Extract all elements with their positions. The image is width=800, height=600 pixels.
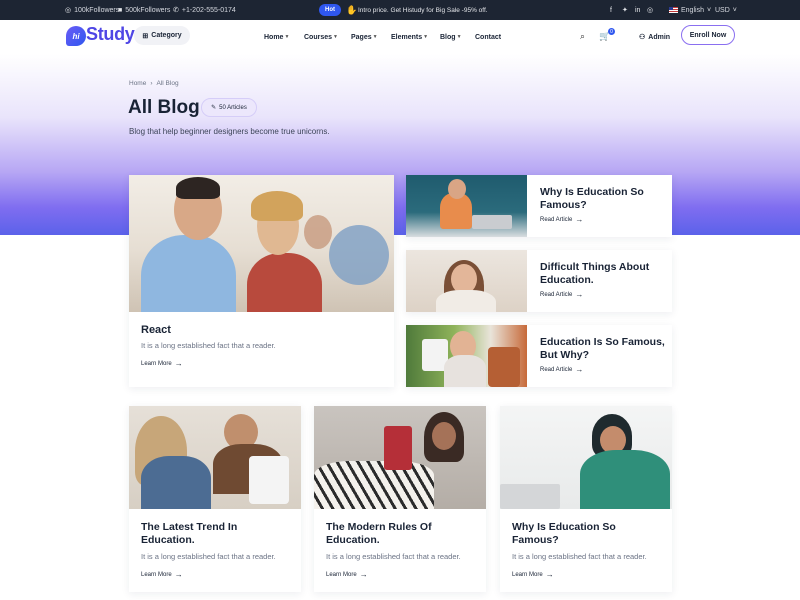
grid-post-title[interactable]: Why Is Education So Famous? bbox=[512, 521, 662, 547]
instagram-followers[interactable]: ◎ 100kFollowers bbox=[65, 0, 119, 20]
logo-mark[interactable]: hi bbox=[66, 26, 86, 46]
logo-text[interactable]: Study bbox=[86, 24, 135, 45]
side-post-card[interactable]: Why Is Education So Famous? Read Article… bbox=[406, 175, 672, 237]
wave-icon: ✋ bbox=[346, 5, 358, 15]
twitter-icon[interactable]: ✦ bbox=[622, 0, 628, 20]
side-post-title[interactable]: Why Is Education So Famous? bbox=[540, 186, 665, 212]
chevron-down-icon: ˅ bbox=[706, 6, 712, 14]
grid-post-image[interactable] bbox=[314, 406, 486, 509]
user-icon: ⚇ bbox=[639, 34, 646, 41]
grid-learn-more-link[interactable]: Learn More → bbox=[512, 570, 554, 579]
page-title: All Blog bbox=[128, 97, 200, 118]
facebook-followers[interactable]: ■ 500kFollowers bbox=[118, 0, 170, 20]
page-subtitle: Blog that help beginner designers become… bbox=[129, 127, 330, 136]
breadcrumb-current: All Blog bbox=[156, 80, 179, 87]
nav-blog[interactable]: Blog ▼ bbox=[440, 20, 462, 54]
grid-post-image[interactable] bbox=[500, 406, 672, 509]
breadcrumb-home[interactable]: Home bbox=[129, 80, 146, 87]
facebook-icon: ■ bbox=[118, 6, 123, 14]
phone-number[interactable]: ✆ +1-202-555-0174 bbox=[173, 0, 236, 20]
grid-learn-more-link[interactable]: Learn More → bbox=[141, 570, 183, 579]
instagram-icon[interactable]: ◎ bbox=[647, 0, 653, 20]
chevron-down-icon: ▼ bbox=[423, 34, 429, 40]
side-post-title[interactable]: Education Is So Famous, But Why? bbox=[540, 336, 665, 362]
arrow-right-icon: → bbox=[575, 290, 584, 299]
nav-home[interactable]: Home ▼ bbox=[264, 20, 289, 54]
category-button[interactable]: ⊞ Category bbox=[134, 26, 190, 45]
side-post-card[interactable]: Education Is So Famous, But Why? Read Ar… bbox=[406, 325, 672, 387]
chevron-down-icon: ▼ bbox=[333, 34, 338, 40]
arrow-right-icon: → bbox=[575, 365, 584, 374]
grid-post-card[interactable]: The Latest Trend In Education. It is a l… bbox=[129, 406, 301, 592]
chevron-down-icon: ▼ bbox=[372, 34, 378, 40]
grid-icon: ⊞ bbox=[142, 32, 149, 40]
read-article-link[interactable]: Read Article → bbox=[540, 215, 584, 224]
chevron-right-icon: › bbox=[150, 80, 153, 87]
grid-post-excerpt: It is a long established fact that a rea… bbox=[326, 552, 461, 561]
arrow-right-icon: → bbox=[545, 570, 554, 579]
arrow-right-icon: → bbox=[575, 215, 584, 224]
grid-post-image[interactable] bbox=[129, 406, 301, 509]
facebook-icon[interactable]: f bbox=[610, 0, 612, 20]
linkedin-icon[interactable]: in bbox=[635, 0, 640, 20]
grid-post-title[interactable]: The Modern Rules Of Education. bbox=[326, 521, 476, 547]
grid-post-excerpt: It is a long established fact that a rea… bbox=[512, 552, 647, 561]
arrow-right-icon: → bbox=[174, 359, 183, 368]
arrow-right-icon: → bbox=[174, 570, 183, 579]
grid-post-title[interactable]: The Latest Trend In Education. bbox=[141, 521, 291, 547]
nav-courses[interactable]: Courses ▼ bbox=[304, 20, 338, 54]
chevron-down-icon: ▼ bbox=[456, 34, 462, 40]
main-header: hi Study ⊞ Category Home ▼ Courses ▼ Pages… bbox=[0, 20, 800, 54]
breadcrumb: Home › All Blog bbox=[129, 80, 179, 87]
grid-learn-more-link[interactable]: Learn More → bbox=[326, 570, 368, 579]
side-post-card[interactable]: Difficult Things About Education. Read A… bbox=[406, 250, 672, 312]
hero-banner bbox=[0, 54, 800, 235]
hot-badge: Hot bbox=[319, 4, 341, 16]
featured-learn-more-link[interactable]: Learn More → bbox=[141, 359, 183, 368]
nav-contact[interactable]: Contact bbox=[475, 20, 501, 54]
nav-pages[interactable]: Pages ▼ bbox=[351, 20, 378, 54]
promo-text[interactable]: Intro price. Get Histudy for Big Sale -9… bbox=[358, 0, 488, 20]
chevron-down-icon: ˅ bbox=[732, 6, 737, 14]
grid-post-excerpt: It is a long established fact that a rea… bbox=[141, 552, 276, 561]
featured-post-title[interactable]: React bbox=[141, 324, 171, 338]
cart-count-badge: 0 bbox=[608, 28, 615, 35]
document-icon: ✎ bbox=[211, 105, 217, 111]
chevron-down-icon: ▼ bbox=[284, 34, 290, 40]
admin-account[interactable]: ⚇ Admin bbox=[639, 20, 670, 54]
featured-post-image[interactable] bbox=[129, 175, 394, 312]
side-post-image[interactable] bbox=[406, 325, 527, 387]
enroll-now-button[interactable]: Enroll Now bbox=[681, 25, 735, 45]
grid-post-card[interactable]: The Modern Rules Of Education. It is a l… bbox=[314, 406, 486, 592]
read-article-link[interactable]: Read Article → bbox=[540, 290, 584, 299]
featured-post-excerpt: It is a long established fact that a rea… bbox=[141, 341, 276, 350]
instagram-icon: ◎ bbox=[65, 7, 72, 14]
language-select[interactable]: English ˅ bbox=[681, 0, 711, 20]
read-article-link[interactable]: Read Article → bbox=[540, 365, 584, 374]
search-icon[interactable]: ⌕ bbox=[580, 31, 585, 42]
side-post-title[interactable]: Difficult Things About Education. bbox=[540, 261, 665, 287]
side-post-image[interactable] bbox=[406, 175, 527, 237]
top-bar: ◎ 100kFollowers ■ 500kFollowers ✆ +1-202… bbox=[0, 0, 800, 20]
articles-count-badge: ✎ 50 Articles bbox=[201, 98, 257, 117]
us-flag-icon bbox=[669, 7, 678, 13]
side-post-image[interactable] bbox=[406, 250, 527, 312]
grid-post-card[interactable]: Why Is Education So Famous? It is a long… bbox=[500, 406, 672, 592]
featured-post-card[interactable]: React It is a long established fact that… bbox=[129, 175, 394, 387]
nav-elements[interactable]: Elements ▼ bbox=[391, 20, 428, 54]
arrow-right-icon: → bbox=[359, 570, 368, 579]
phone-icon: ✆ bbox=[173, 7, 179, 14]
currency-select[interactable]: USD ˅ bbox=[715, 0, 737, 20]
